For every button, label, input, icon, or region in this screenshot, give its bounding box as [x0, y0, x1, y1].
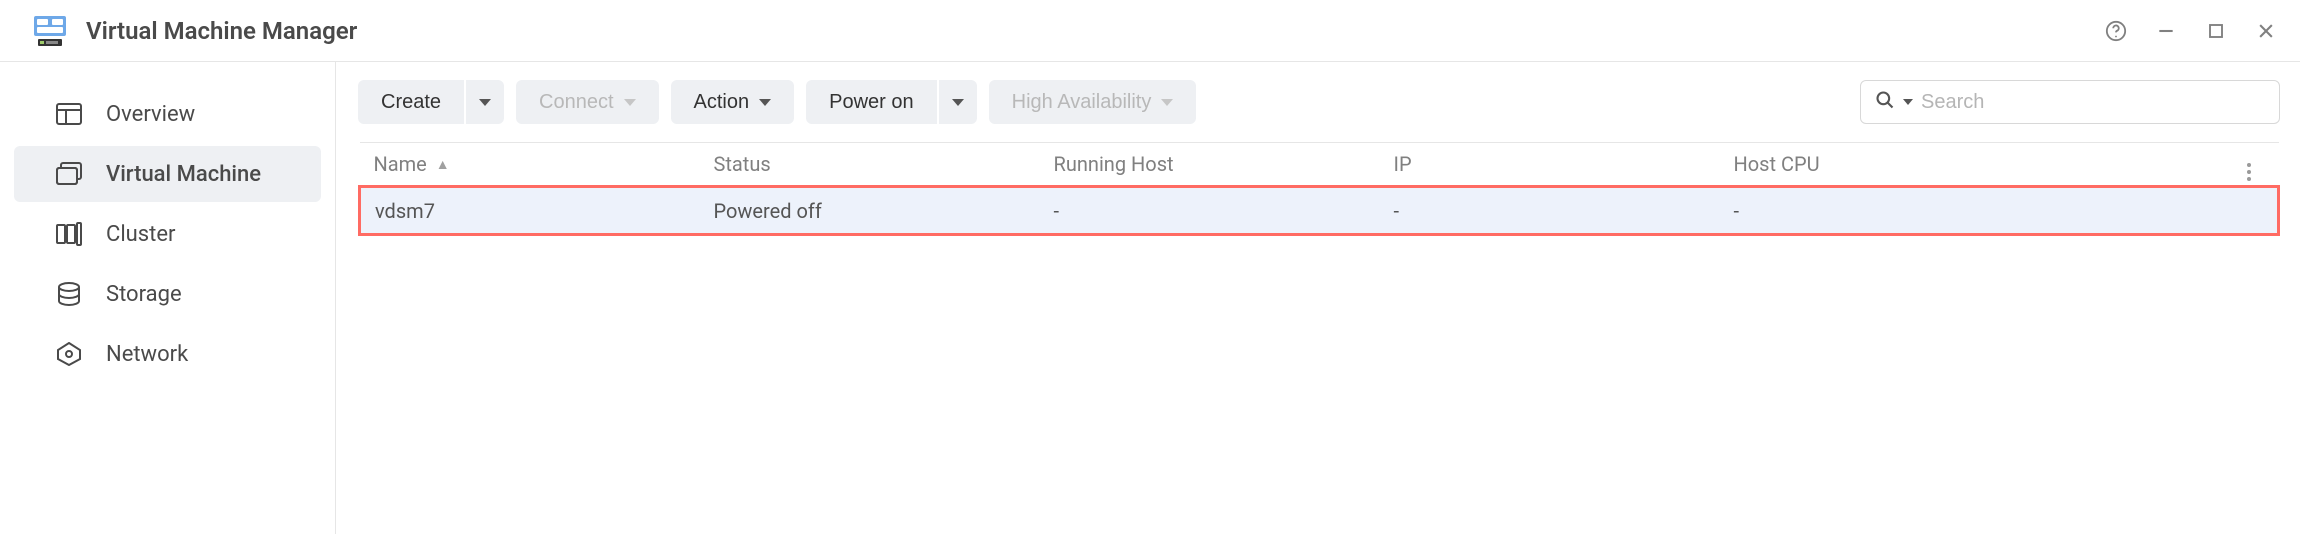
- search-icon: [1875, 90, 1895, 114]
- power-on-button[interactable]: Power on: [806, 80, 937, 124]
- poweron-button-group: Power on: [806, 80, 977, 124]
- search-filter-caret-icon[interactable]: [1903, 99, 1913, 105]
- vm-table: Name ▲ Status Running Host IP Host CPU: [358, 142, 2280, 236]
- sidebar-item-label: Overview: [106, 102, 195, 127]
- column-header-label: Name: [374, 152, 427, 176]
- help-button[interactable]: [2100, 15, 2132, 47]
- high-availability-button[interactable]: High Availability: [989, 80, 1197, 124]
- caret-down-icon: [1161, 99, 1173, 106]
- sidebar-item-overview[interactable]: Overview: [14, 86, 321, 142]
- maximize-button[interactable]: [2200, 15, 2232, 47]
- app-title: Virtual Machine Manager: [86, 17, 2100, 45]
- search-input[interactable]: [1921, 91, 2265, 114]
- column-header-label: IP: [1394, 152, 1412, 176]
- sort-asc-icon: ▲: [436, 157, 450, 173]
- highlighted-selection: vdsm7 Powered off - - -: [360, 187, 2279, 235]
- sidebar-item-label: Cluster: [106, 222, 175, 247]
- app-icon: [32, 13, 68, 49]
- action-button[interactable]: Action: [671, 80, 795, 124]
- network-icon: [54, 341, 84, 367]
- sidebar-item-network[interactable]: Network: [14, 326, 321, 382]
- column-header-label: Status: [714, 152, 771, 176]
- power-on-dropdown-button[interactable]: [939, 80, 977, 124]
- column-header-name[interactable]: Name ▲: [360, 143, 700, 187]
- ha-label: High Availability: [1012, 91, 1152, 114]
- caret-down-icon: [952, 99, 964, 106]
- search-box[interactable]: [1860, 80, 2280, 124]
- sidebar-item-storage[interactable]: Storage: [14, 266, 321, 322]
- connect-label: Connect: [539, 91, 614, 114]
- connect-button[interactable]: Connect: [516, 80, 659, 124]
- minimize-button[interactable]: [2150, 15, 2182, 47]
- close-button[interactable]: [2250, 15, 2282, 47]
- table-header-row: Name ▲ Status Running Host IP Host CPU: [360, 143, 2279, 187]
- create-dropdown-button[interactable]: [466, 80, 504, 124]
- sidebar: Overview Virtual Machine Cluster Storage: [0, 62, 336, 534]
- sidebar-item-virtual-machine[interactable]: Virtual Machine: [14, 146, 321, 202]
- cell-ip: -: [1380, 187, 1720, 235]
- sidebar-item-cluster[interactable]: Cluster: [14, 206, 321, 262]
- column-header-host-cpu[interactable]: Host CPU: [1720, 143, 2233, 187]
- window-controls: [2100, 15, 2282, 47]
- column-header-label: Running Host: [1054, 152, 1174, 176]
- column-header-more[interactable]: [2233, 143, 2279, 187]
- table-row[interactable]: vdsm7 Powered off - - -: [360, 187, 2279, 235]
- cell-running-host: -: [1040, 187, 1380, 235]
- dashboard-icon: [54, 101, 84, 127]
- column-header-status[interactable]: Status: [700, 143, 1040, 187]
- cell-more: [2233, 187, 2279, 235]
- titlebar: Virtual Machine Manager: [0, 0, 2300, 62]
- vmm-window: Virtual Machine Manager Overview: [0, 0, 2300, 534]
- storage-icon: [54, 281, 84, 307]
- column-header-label: Host CPU: [1734, 152, 1820, 176]
- cell-name: vdsm7: [360, 187, 700, 235]
- more-icon: [2247, 163, 2251, 181]
- action-label: Action: [694, 91, 750, 114]
- caret-down-icon: [479, 99, 491, 106]
- caret-down-icon: [624, 99, 636, 106]
- sidebar-item-label: Virtual Machine: [106, 162, 261, 187]
- cell-status: Powered off: [700, 187, 1040, 235]
- window-body: Overview Virtual Machine Cluster Storage: [0, 62, 2300, 534]
- caret-down-icon: [759, 99, 771, 106]
- column-header-ip[interactable]: IP: [1380, 143, 1720, 187]
- create-button-group: Create: [358, 80, 504, 124]
- cluster-icon: [54, 221, 84, 247]
- toolbar: Create Connect Action Power on High Avai…: [358, 80, 2280, 124]
- main-panel: Create Connect Action Power on High Avai…: [336, 62, 2300, 534]
- column-header-running-host[interactable]: Running Host: [1040, 143, 1380, 187]
- create-button[interactable]: Create: [358, 80, 464, 124]
- sidebar-item-label: Storage: [106, 282, 182, 307]
- sidebar-item-label: Network: [106, 342, 188, 367]
- cell-host-cpu: -: [1720, 187, 2233, 235]
- vm-icon: [54, 161, 84, 187]
